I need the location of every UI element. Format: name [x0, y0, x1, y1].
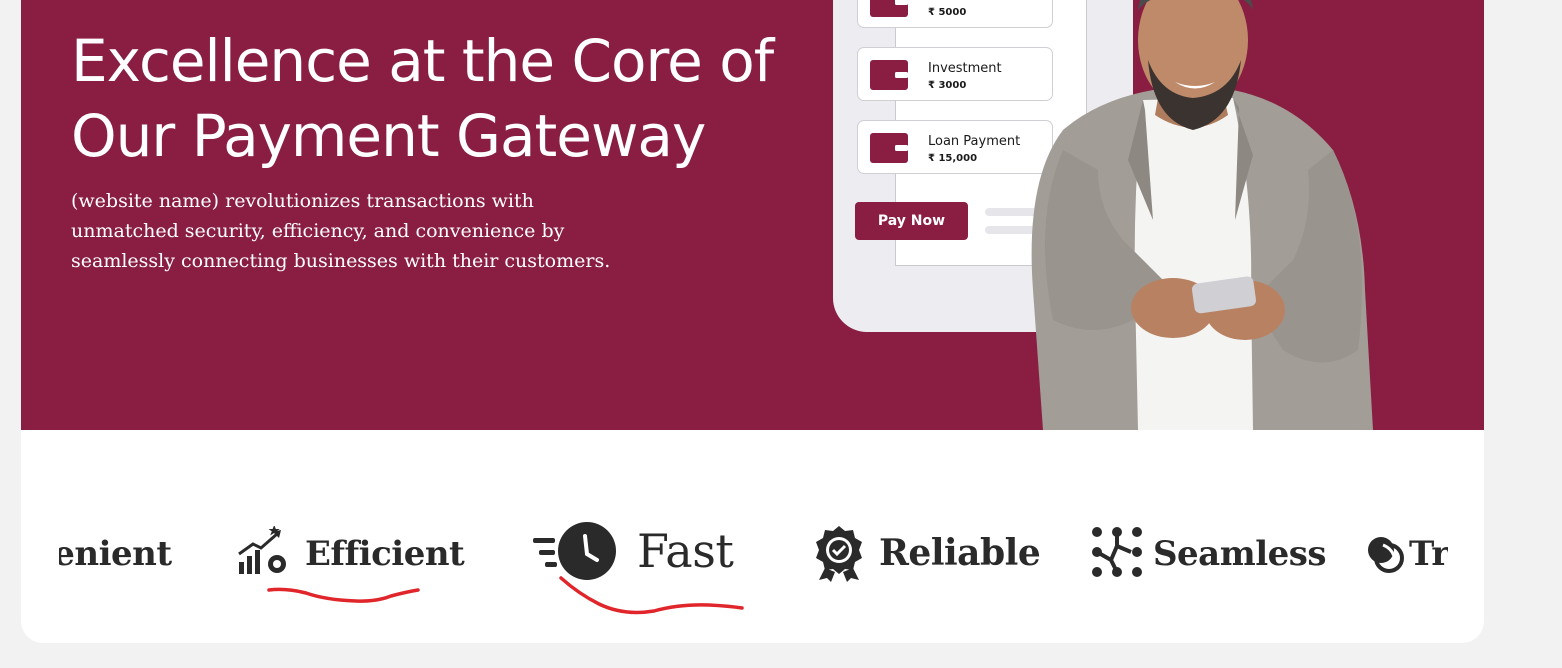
payment-card-name: Investment — [928, 61, 1002, 76]
feature-efficient: Efficient — [237, 500, 467, 610]
feature-fast: Fast — [531, 500, 771, 610]
feature-label: Fast — [637, 524, 734, 578]
hero-title-line1: Excellence at the Core of — [71, 27, 774, 95]
page-card: Excellence at the Core of Our Payment Ga… — [21, 0, 1484, 643]
badge-check-icon — [816, 526, 862, 582]
features-strip: Convenient Efficient — [59, 500, 1448, 620]
feature-label: Seamless — [1153, 534, 1327, 574]
payment-card-amount: ₹ 3000 — [928, 80, 967, 91]
feature-reliable: Reliable — [813, 500, 1053, 610]
hero-title-line2: Our Payment Gateway — [71, 102, 706, 170]
overlap-circles-icon — [1368, 537, 1404, 573]
wallet-icon — [870, 60, 908, 90]
person-with-phone-image — [1031, 0, 1373, 430]
hero-title: Excellence at the Core of Our Payment Ga… — [71, 24, 831, 174]
payment-card-amount: ₹ 5000 — [928, 7, 967, 18]
feature-label: Efficient — [305, 534, 465, 574]
fast-clock-icon — [533, 522, 616, 580]
features-track: Convenient Efficient — [59, 500, 1448, 620]
wallet-icon — [870, 133, 908, 163]
feature-label: Transparent — [1409, 534, 1448, 574]
pay-now-button[interactable]: Pay Now — [855, 202, 968, 240]
feature-convenient: Convenient — [59, 500, 221, 610]
feature-label: Convenient — [59, 534, 172, 574]
payment-card-amount: ₹ 15,000 — [928, 153, 978, 164]
feature-transparent: Transparent — [1365, 500, 1448, 610]
feature-label: Reliable — [879, 532, 1041, 574]
growth-gear-icon — [238, 526, 286, 574]
hero-description: (website name) revolutionizes transactio… — [71, 190, 611, 272]
hero-banner: Excellence at the Core of Our Payment Ga… — [21, 0, 1484, 430]
network-nodes-icon — [1092, 527, 1142, 577]
wallet-icon — [870, 0, 908, 17]
feature-seamless: Seamless — [1091, 500, 1331, 610]
